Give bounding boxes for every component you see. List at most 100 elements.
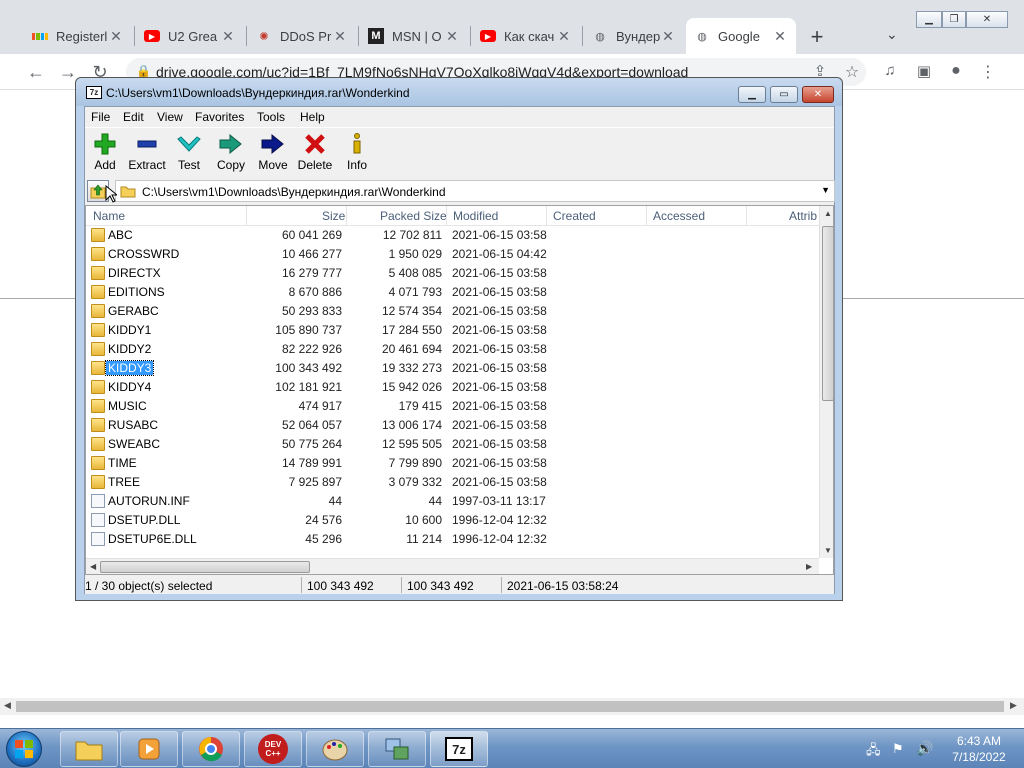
dropdown-arrow-icon[interactable]: ▼ xyxy=(821,185,830,195)
test-button[interactable]: Test xyxy=(169,132,209,172)
column-divider[interactable] xyxy=(446,206,447,226)
table-row[interactable]: TIME 14 789 991 7 799 890 2021-06-15 03:58 xyxy=(86,454,821,473)
browser-tab[interactable]: ▶ Как скач ✕ xyxy=(472,18,580,54)
browser-tab[interactable]: ✺ DDoS Pr ✕ xyxy=(248,18,356,54)
path-combobox[interactable]: C:\Users\vm1\Downloads\Вундеркиндия.rar\… xyxy=(115,180,835,202)
window-titlebar[interactable]: 7z C:\Users\vm1\Downloads\Вундеркиндия.r… xyxy=(76,78,842,106)
browser-tab[interactable]: Registerl ✕ xyxy=(24,18,132,54)
taskbar-devcpp[interactable]: DEV C++ xyxy=(244,731,302,767)
column-created[interactable]: Created xyxy=(553,209,596,223)
column-divider[interactable] xyxy=(646,206,647,226)
menu-file[interactable]: File xyxy=(91,110,110,124)
side-panel-icon[interactable]: ▣ xyxy=(912,62,936,80)
extract-button[interactable]: Extract xyxy=(127,132,167,172)
close-button[interactable]: ✕ xyxy=(802,86,834,103)
copy-button[interactable]: Copy xyxy=(211,132,251,172)
table-row[interactable]: KIDDY1 105 890 737 17 284 550 2021-06-15 03… xyxy=(86,321,821,340)
scroll-left-icon[interactable]: ◀ xyxy=(4,700,11,711)
table-row[interactable]: GERABC 50 293 833 12 574 354 2021-06-15 03:… xyxy=(86,302,821,321)
taskbar-paint[interactable] xyxy=(306,731,364,767)
table-row[interactable]: KIDDY2 82 222 926 20 461 694 2021-06-15 03:… xyxy=(86,340,821,359)
taskbar-7zip[interactable]: 7z xyxy=(430,731,488,767)
menu-edit[interactable]: Edit xyxy=(123,110,144,124)
taskbar-explorer[interactable] xyxy=(60,731,118,767)
column-divider[interactable] xyxy=(746,206,747,226)
taskbar-network[interactable] xyxy=(368,731,426,767)
row-packed-size: 19 332 273 xyxy=(381,361,442,375)
scroll-down-icon[interactable]: ▼ xyxy=(824,546,832,555)
page-horizontal-scrollbar[interactable]: ◀ ▶ xyxy=(0,698,1024,715)
browser-tab[interactable]: ◍ Вундерк ✕ xyxy=(584,18,684,54)
delete-button[interactable]: Delete xyxy=(295,132,335,172)
table-row[interactable]: DIRECTX 16 279 777 5 408 085 2021-06-15 03:… xyxy=(86,264,821,283)
network-tray-icon[interactable]: 🖧 xyxy=(866,741,881,763)
column-packed-size[interactable]: Packed Size xyxy=(380,209,447,223)
table-row[interactable]: ABC 60 041 269 12 702 811 2021-06-15 03:58 xyxy=(86,226,821,245)
tab-close-icon[interactable]: ✕ xyxy=(108,28,124,45)
tab-close-icon[interactable]: ✕ xyxy=(660,28,676,45)
tab-close-icon[interactable]: ✕ xyxy=(772,28,788,45)
tab-close-icon[interactable]: ✕ xyxy=(444,28,460,45)
scrollbar-thumb[interactable] xyxy=(16,701,1004,712)
media-control-icon[interactable]: ♫ xyxy=(878,62,902,79)
taskbar-chrome[interactable] xyxy=(182,731,240,767)
add-button[interactable]: Add xyxy=(85,132,125,172)
menu-favorites[interactable]: Favorites xyxy=(195,110,244,124)
close-button[interactable]: ✕ xyxy=(966,11,1008,28)
table-row[interactable]: MUSIC 474 917 179 415 2021-06-15 03:58 xyxy=(86,397,821,416)
browser-tab[interactable]: M MSN | O ✕ xyxy=(360,18,468,54)
table-row[interactable]: KIDDY4 102 181 921 15 942 026 2021-06-15 03… xyxy=(86,378,821,397)
profile-avatar-icon[interactable]: ● xyxy=(944,62,968,80)
scroll-up-icon[interactable]: ▲ xyxy=(824,209,832,218)
column-size[interactable]: Size xyxy=(322,209,345,223)
table-row[interactable]: RUSABC 52 064 057 13 006 174 2021-06-15 03:… xyxy=(86,416,821,435)
list-vertical-scrollbar[interactable]: ▲ ▼ xyxy=(819,206,833,558)
tab-search-button[interactable]: ⌄ xyxy=(886,26,898,43)
scroll-right-icon[interactable]: ▶ xyxy=(806,562,812,571)
new-tab-button[interactable]: + xyxy=(806,24,828,50)
menu-help[interactable]: Help xyxy=(300,110,325,124)
table-row[interactable]: EDITIONS 8 670 886 4 071 793 2021-06-15 03:… xyxy=(86,283,821,302)
table-row[interactable]: AUTORUN.INF 44 44 1997-03-11 13:17 xyxy=(86,492,821,511)
scrollbar-thumb[interactable] xyxy=(822,226,833,401)
maximize-button[interactable]: ❐ xyxy=(942,11,966,28)
scroll-left-icon[interactable]: ◀ xyxy=(90,562,96,571)
column-divider[interactable] xyxy=(246,206,247,226)
table-row[interactable]: CROSSWRD 10 466 277 1 950 029 2021-06-15 04… xyxy=(86,245,821,264)
minimize-button[interactable]: ▁ xyxy=(738,86,766,103)
list-horizontal-scrollbar[interactable]: ◀ ▶ xyxy=(86,558,819,574)
column-attrib[interactable]: Attrib xyxy=(789,209,817,223)
minimize-button[interactable]: ▁ xyxy=(916,11,942,28)
browser-tab-active[interactable]: ◍ Google ✕ xyxy=(686,18,796,54)
move-button[interactable]: Move xyxy=(253,132,293,172)
column-accessed[interactable]: Accessed xyxy=(653,209,705,223)
bookmark-star-icon[interactable]: ☆ xyxy=(840,62,864,82)
tab-close-icon[interactable]: ✕ xyxy=(556,28,572,45)
maximize-button[interactable]: ▭ xyxy=(770,86,798,103)
table-row[interactable]: TREE 7 925 897 3 079 332 2021-06-15 03:58 xyxy=(86,473,821,492)
back-icon[interactable]: ← xyxy=(24,62,48,83)
scrollbar-thumb[interactable] xyxy=(100,561,310,573)
menu-view[interactable]: View xyxy=(157,110,183,124)
taskbar-media-player[interactable] xyxy=(120,731,178,767)
browser-tab[interactable]: ▶ U2 Grea ✕ xyxy=(136,18,244,54)
tab-close-icon[interactable]: ✕ xyxy=(220,28,236,45)
menu-kebab-icon[interactable]: ⋮ xyxy=(976,62,1000,82)
up-folder-icon xyxy=(90,184,106,199)
column-name[interactable]: Name xyxy=(93,209,125,223)
table-row[interactable]: DSETUP.DLL 24 576 10 600 1996-12-04 12:32 xyxy=(86,511,821,530)
info-button[interactable]: Info xyxy=(337,132,377,172)
scroll-right-icon[interactable]: ▶ xyxy=(1010,700,1017,711)
table-row[interactable]: KIDDY3 100 343 492 19 332 273 2021-06-15 03… xyxy=(86,359,821,378)
column-modified[interactable]: Modified xyxy=(453,209,498,223)
action-center-flag-icon[interactable]: ⚑ xyxy=(892,741,904,757)
column-divider[interactable] xyxy=(546,206,547,226)
table-row[interactable]: SWEABC 50 775 264 12 595 505 2021-06-15 03:… xyxy=(86,435,821,454)
menu-tools[interactable]: Tools xyxy=(257,110,285,124)
system-clock[interactable]: 6:43 AM 7/18/2022 xyxy=(944,733,1014,765)
column-divider[interactable] xyxy=(346,206,347,226)
table-row[interactable]: DSETUP6E.DLL 45 296 11 214 1996-12-04 12:32 xyxy=(86,530,821,549)
volume-icon[interactable]: 🔊 xyxy=(916,740,933,757)
tab-close-icon[interactable]: ✕ xyxy=(332,28,348,45)
start-button[interactable] xyxy=(6,731,42,767)
